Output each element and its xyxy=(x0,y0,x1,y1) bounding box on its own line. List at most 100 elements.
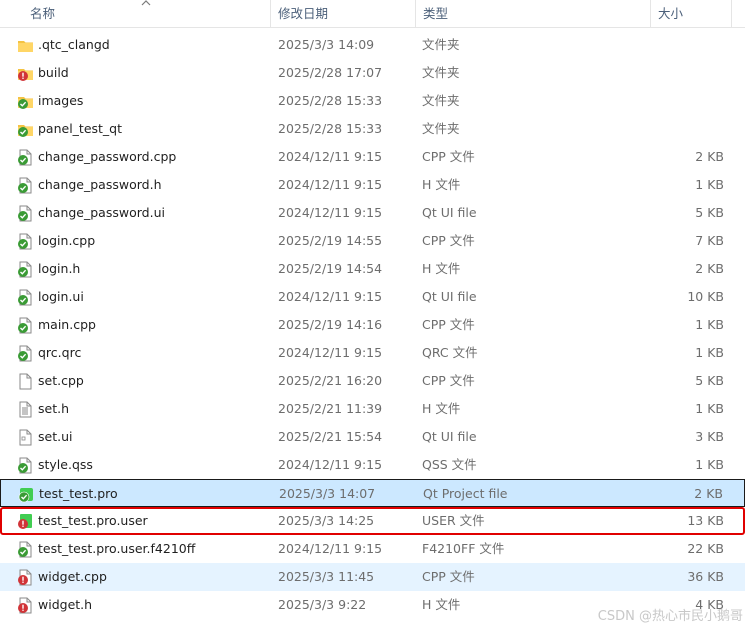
file-row[interactable]: change_password.h 2024/12/11 9:15 H 文件 1 KB xyxy=(0,171,745,199)
file-name: set.h xyxy=(38,401,69,416)
file-row[interactable]: images 2025/2/28 15:33 文件夹 xyxy=(0,87,745,115)
file-row[interactable]: set.h 2025/2/21 11:39 H 文件 1 KB xyxy=(0,395,745,423)
file-size: 5 KB xyxy=(695,373,724,388)
file-type: Qt UI file xyxy=(422,289,477,304)
file-modified-date: 2024/12/11 9:15 xyxy=(278,177,383,192)
file-size: 2 KB xyxy=(695,149,724,164)
file-synced-icon xyxy=(18,541,32,558)
file-ui-icon xyxy=(19,429,32,446)
file-row[interactable]: login.h 2025/2/19 14:54 H 文件 2 KB xyxy=(0,255,745,283)
file-type: 文件夹 xyxy=(422,121,460,136)
file-row[interactable]: login.ui 2024/12/11 9:15 Qt UI file 10 KB xyxy=(0,283,745,311)
file-row[interactable]: change_password.cpp 2024/12/11 9:15 CPP 文件… xyxy=(0,143,745,171)
file-name: style.qss xyxy=(38,457,93,472)
column-header-type[interactable]: 类型 xyxy=(415,0,650,27)
file-type: QRC 文件 xyxy=(422,345,478,360)
file-modified-date: 2025/3/3 9:22 xyxy=(278,597,367,612)
file-name: login.ui xyxy=(38,289,84,304)
file-size: 2 KB xyxy=(694,486,723,501)
file-type: CPP 文件 xyxy=(422,373,475,388)
file-modified-date: 2025/2/21 15:54 xyxy=(278,429,383,444)
file-row[interactable]: login.cpp 2025/2/19 14:55 CPP 文件 7 KB xyxy=(0,227,745,255)
column-header-bar: 名称 修改日期 类型 大小 xyxy=(0,0,755,28)
file-type: 文件夹 xyxy=(422,93,460,108)
file-type: 文件夹 xyxy=(422,37,460,52)
file-row[interactable]: .qtc_clangd 2025/3/3 14:09 文件夹 xyxy=(0,31,745,59)
qt-project-synced-icon xyxy=(18,488,33,503)
file-row[interactable]: test_test.pro.user.f4210ff 2024/12/11 9:1… xyxy=(0,535,745,563)
file-name: panel_test_qt xyxy=(38,121,123,136)
file-user-error-icon xyxy=(18,514,32,529)
file-row[interactable]: set.ui 2025/2/21 15:54 Qt UI file 3 KB xyxy=(0,423,745,451)
file-row[interactable]: build 2025/2/28 17:07 文件夹 xyxy=(0,59,745,87)
column-header-size[interactable]: 大小 xyxy=(650,0,730,27)
file-size: 7 KB xyxy=(695,233,724,248)
file-row[interactable]: test_test.pro.user 2025/3/3 14:25 USER 文件 1… xyxy=(0,507,745,535)
file-row[interactable]: main.cpp 2025/2/19 14:16 CPP 文件 1 KB xyxy=(0,311,745,339)
file-synced-icon xyxy=(18,317,32,334)
file-type: F4210FF 文件 xyxy=(422,541,505,556)
file-size: 1 KB xyxy=(695,345,724,360)
file-row[interactable]: test_test.pro 2025/3/3 14:07 Qt Project fi… xyxy=(0,479,745,507)
file-size: 5 KB xyxy=(695,205,724,220)
file-error-icon xyxy=(18,569,32,586)
file-modified-date: 2025/2/28 15:33 xyxy=(278,93,383,108)
file-modified-date: 2025/2/19 14:55 xyxy=(278,233,383,248)
file-name: change_password.cpp xyxy=(38,149,177,164)
file-type: Qt Project file xyxy=(423,486,508,501)
file-row[interactable]: panel_test_qt 2025/2/28 15:33 文件夹 xyxy=(0,115,745,143)
file-name: main.cpp xyxy=(38,317,96,332)
file-type: Qt UI file xyxy=(422,429,477,444)
file-text-icon xyxy=(19,401,32,418)
folder-synced-icon xyxy=(18,125,33,137)
column-header-name[interactable]: 名称 xyxy=(22,0,270,27)
vertical-scrollbar[interactable] xyxy=(745,27,755,630)
file-row[interactable]: widget.cpp 2025/3/3 11:45 CPP 文件 36 KB xyxy=(0,563,745,591)
folder-synced-icon xyxy=(18,97,33,109)
file-modified-date: 2024/12/11 9:15 xyxy=(278,289,383,304)
file-size: 1 KB xyxy=(695,317,724,332)
file-row[interactable]: change_password.ui 2024/12/11 9:15 Qt UI f… xyxy=(0,199,745,227)
file-type: H 文件 xyxy=(422,177,461,192)
file-row[interactable]: set.cpp 2025/2/21 16:20 CPP 文件 5 KB xyxy=(0,367,745,395)
file-name: test_test.pro xyxy=(39,486,118,501)
file-synced-icon xyxy=(18,177,32,194)
file-synced-icon xyxy=(18,457,32,474)
file-type: H 文件 xyxy=(422,401,461,416)
file-type: Qt UI file xyxy=(422,205,477,220)
file-type: 文件夹 xyxy=(422,65,460,80)
file-size: 1 KB xyxy=(695,457,724,472)
file-size: 1 KB xyxy=(695,401,724,416)
file-modified-date: 2025/3/3 11:45 xyxy=(278,569,375,584)
watermark: CSDN @热心市民小鹅哥 xyxy=(597,609,743,624)
file-name: qrc.qrc xyxy=(38,345,82,360)
file-modified-date: 2025/3/3 14:09 xyxy=(278,37,375,52)
file-type: USER 文件 xyxy=(422,513,485,528)
file-modified-date: 2024/12/11 9:15 xyxy=(278,541,383,556)
file-size: 1 KB xyxy=(695,177,724,192)
file-name: images xyxy=(38,93,84,108)
file-synced-icon xyxy=(18,289,32,306)
column-header-date[interactable]: 修改日期 xyxy=(270,0,415,27)
file-icon xyxy=(19,373,32,390)
file-synced-icon xyxy=(18,233,32,250)
file-synced-icon xyxy=(18,261,32,278)
file-name: set.ui xyxy=(38,429,73,444)
file-size: 10 KB xyxy=(687,289,724,304)
file-modified-date: 2025/2/19 14:54 xyxy=(278,261,383,276)
file-row[interactable]: style.qss 2024/12/11 9:15 QSS 文件 1 KB xyxy=(0,451,745,479)
file-name: change_password.ui xyxy=(38,205,165,220)
folder-error-icon xyxy=(18,69,33,81)
file-synced-icon xyxy=(18,345,32,362)
file-list: .qtc_clangd 2025/3/3 14:09 文件夹 build 2025/2/… xyxy=(0,31,745,619)
file-type: QSS 文件 xyxy=(422,457,477,472)
file-name: set.cpp xyxy=(38,373,84,388)
column-divider[interactable] xyxy=(731,0,732,27)
file-row[interactable]: qrc.qrc 2024/12/11 9:15 QRC 文件 1 KB xyxy=(0,339,745,367)
file-modified-date: 2024/12/11 9:15 xyxy=(278,149,383,164)
file-name: build xyxy=(38,65,69,80)
file-modified-date: 2025/2/19 14:16 xyxy=(278,317,383,332)
file-name: login.cpp xyxy=(38,233,96,248)
file-size: 2 KB xyxy=(695,261,724,276)
file-synced-icon xyxy=(18,205,32,222)
